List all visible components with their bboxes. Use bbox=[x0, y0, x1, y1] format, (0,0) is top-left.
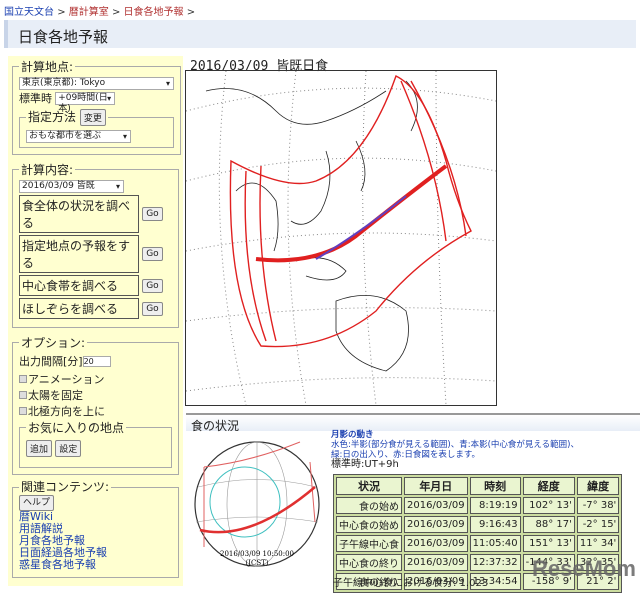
interval-input[interactable]: 20 bbox=[82, 355, 111, 367]
cell: 88° 17' bbox=[522, 516, 575, 533]
north-up-checkbox[interactable]: 北極方向を上に bbox=[19, 403, 172, 419]
status-header: 食の状況 bbox=[186, 413, 640, 433]
crumb-naoj[interactable]: 国立天文台 bbox=[4, 7, 54, 18]
favorites-section: お気に入りの地点 追加 設定 bbox=[19, 419, 172, 468]
breadcrumb: 国立天文台 > 暦計算室 > 日食各地予報 > bbox=[4, 3, 195, 18]
table-row: 食の始め 2016/03/09 8:19:19 102° 13' -7° 38' bbox=[336, 497, 620, 514]
change-button[interactable]: 変更 bbox=[79, 109, 106, 126]
legend-desc: 水色:半影(部分食が見える範囲)、青:本影(中心食が見える範囲)、 bbox=[331, 440, 579, 450]
sidebar: 計算地点: 東京(東京都): Tokyo 標準時 +09時間(日本) 指定方法 … bbox=[8, 56, 183, 586]
city-select[interactable]: 東京(東京都): Tokyo bbox=[19, 77, 174, 90]
crumb-sep: > bbox=[186, 7, 196, 18]
crumb-koyomi[interactable]: 暦計算室 bbox=[69, 7, 109, 18]
checkbox-icon bbox=[19, 407, 27, 415]
crumb-sep: > bbox=[111, 7, 121, 18]
eclipse-select[interactable]: 2016/03/09 皆既 bbox=[19, 180, 124, 193]
cell: 食の始め bbox=[336, 497, 402, 514]
location-section: 計算地点: 東京(東京都): Tokyo 標準時 +09時間(日本) 指定方法 … bbox=[12, 58, 181, 155]
crumb-eclipse[interactable]: 日食各地予報 bbox=[124, 7, 184, 18]
checkbox-label: 太陽を固定 bbox=[28, 389, 83, 402]
go-button[interactable]: Go bbox=[142, 301, 163, 316]
coastlines bbox=[205, 80, 418, 372]
crumb-sep: > bbox=[57, 7, 66, 18]
checkbox-label: アニメーション bbox=[28, 373, 105, 386]
interval-label: 出力間隔[分] bbox=[19, 355, 83, 368]
cell: 9:16:43 bbox=[469, 516, 521, 533]
cell: 102° 13' bbox=[522, 497, 575, 514]
cell: 8:19:19 bbox=[469, 497, 521, 514]
checkbox-icon bbox=[19, 375, 27, 383]
col-header: 年月日 bbox=[404, 477, 468, 495]
cell: 中心食の終り bbox=[336, 554, 402, 571]
cell: 中心食の始め bbox=[336, 516, 402, 533]
go-button[interactable]: Go bbox=[142, 247, 163, 261]
related-legend: 関連コンテンツ: bbox=[21, 480, 110, 494]
cell: 151° 13' bbox=[522, 535, 575, 552]
col-header: 経度 bbox=[522, 477, 575, 495]
calc-legend: 計算内容: bbox=[21, 163, 74, 177]
method-section: 指定方法 変更 おもな都市を選ぶ bbox=[19, 108, 174, 148]
shadow-title: 月影の動き bbox=[331, 430, 374, 440]
checkbox-icon bbox=[19, 391, 27, 399]
animation-checkbox[interactable]: アニメーション bbox=[19, 371, 172, 387]
eclipse-map bbox=[185, 70, 497, 406]
cell: 12:37:32 bbox=[469, 554, 521, 571]
help-button[interactable]: ヘルプ bbox=[19, 495, 55, 511]
options-section: オプション: 出力間隔[分] 20 アニメーション 太陽を固定 北極方向を上に お… bbox=[12, 334, 179, 475]
tz-select[interactable]: +09時間(日本) bbox=[55, 91, 116, 114]
cell: 2016/03/09 bbox=[404, 516, 468, 533]
calc-item-local: 指定地点の予報をする bbox=[19, 235, 139, 273]
central-path bbox=[255, 164, 448, 263]
cell: 子午線中心食 bbox=[336, 535, 402, 552]
globe-view: 2016/03/09 10:50:00 (JCST) bbox=[190, 432, 325, 582]
globe-time: 2016/03/09 10:50:00 bbox=[220, 550, 294, 558]
cell: 2016/03/09 bbox=[404, 535, 468, 552]
add-button[interactable]: 追加 bbox=[26, 440, 53, 457]
table-row: 中心食の始め 2016/03/09 9:16:43 88° 17' -2° 15' bbox=[336, 516, 620, 533]
location-legend: 計算地点: bbox=[21, 60, 74, 74]
col-header: 緯度 bbox=[576, 477, 620, 495]
page-title: 日食各地予報 bbox=[4, 20, 636, 48]
col-header: 状況 bbox=[336, 477, 402, 495]
method-select[interactable]: おもな都市を選ぶ bbox=[26, 130, 131, 143]
cell: -7° 38' bbox=[576, 497, 620, 514]
related-section: 関連コンテンツ: ヘルプ 暦Wiki 用語解説 月食各地予報 日面経過各地予報 … bbox=[12, 481, 179, 578]
favorites-legend: お気に入りの地点 bbox=[28, 421, 125, 435]
options-legend: オプション: bbox=[21, 336, 86, 350]
go-button[interactable]: Go bbox=[142, 278, 163, 293]
eclipse-limits bbox=[229, 75, 472, 348]
go-button[interactable]: Go bbox=[142, 207, 163, 221]
tz-label: 標準時 bbox=[19, 92, 52, 105]
cell: -2° 15' bbox=[576, 516, 620, 533]
calc-item-sky: ほしぞらを調べる bbox=[19, 298, 139, 319]
settings-button[interactable]: 設定 bbox=[55, 440, 82, 457]
watermark-logo: ReseMom bbox=[532, 556, 636, 581]
col-header: 時刻 bbox=[469, 477, 521, 495]
table-row: 子午線中心食 2016/03/09 11:05:40 151° 13' 11° 34' bbox=[336, 535, 620, 552]
globe-tz: (JCST) bbox=[245, 559, 268, 567]
link-occultation[interactable]: 惑星食各地予報 bbox=[19, 558, 96, 571]
std-time: 標準時:UT+9h bbox=[331, 459, 399, 470]
calc-section: 計算内容: 2016/03/09 皆既 食全体の状況を調べる Go 指定地点の予… bbox=[12, 161, 179, 328]
calc-item-central: 中心食帯を調べる bbox=[19, 275, 139, 296]
fix-sun-checkbox[interactable]: 太陽を固定 bbox=[19, 387, 172, 403]
cell: 11° 34' bbox=[576, 535, 620, 552]
checkbox-label: 北極方向を上に bbox=[28, 405, 105, 418]
cell: 2016/03/09 bbox=[404, 497, 468, 514]
cell: 11:05:40 bbox=[469, 535, 521, 552]
shadow-info: 月影の動き 水色:半影(部分食が見える範囲)、青:本影(中心食が見える範囲)、 … bbox=[331, 430, 579, 470]
cell: 2016/03/09 bbox=[404, 554, 468, 571]
calc-item-overall: 食全体の状況を調べる bbox=[19, 195, 139, 233]
